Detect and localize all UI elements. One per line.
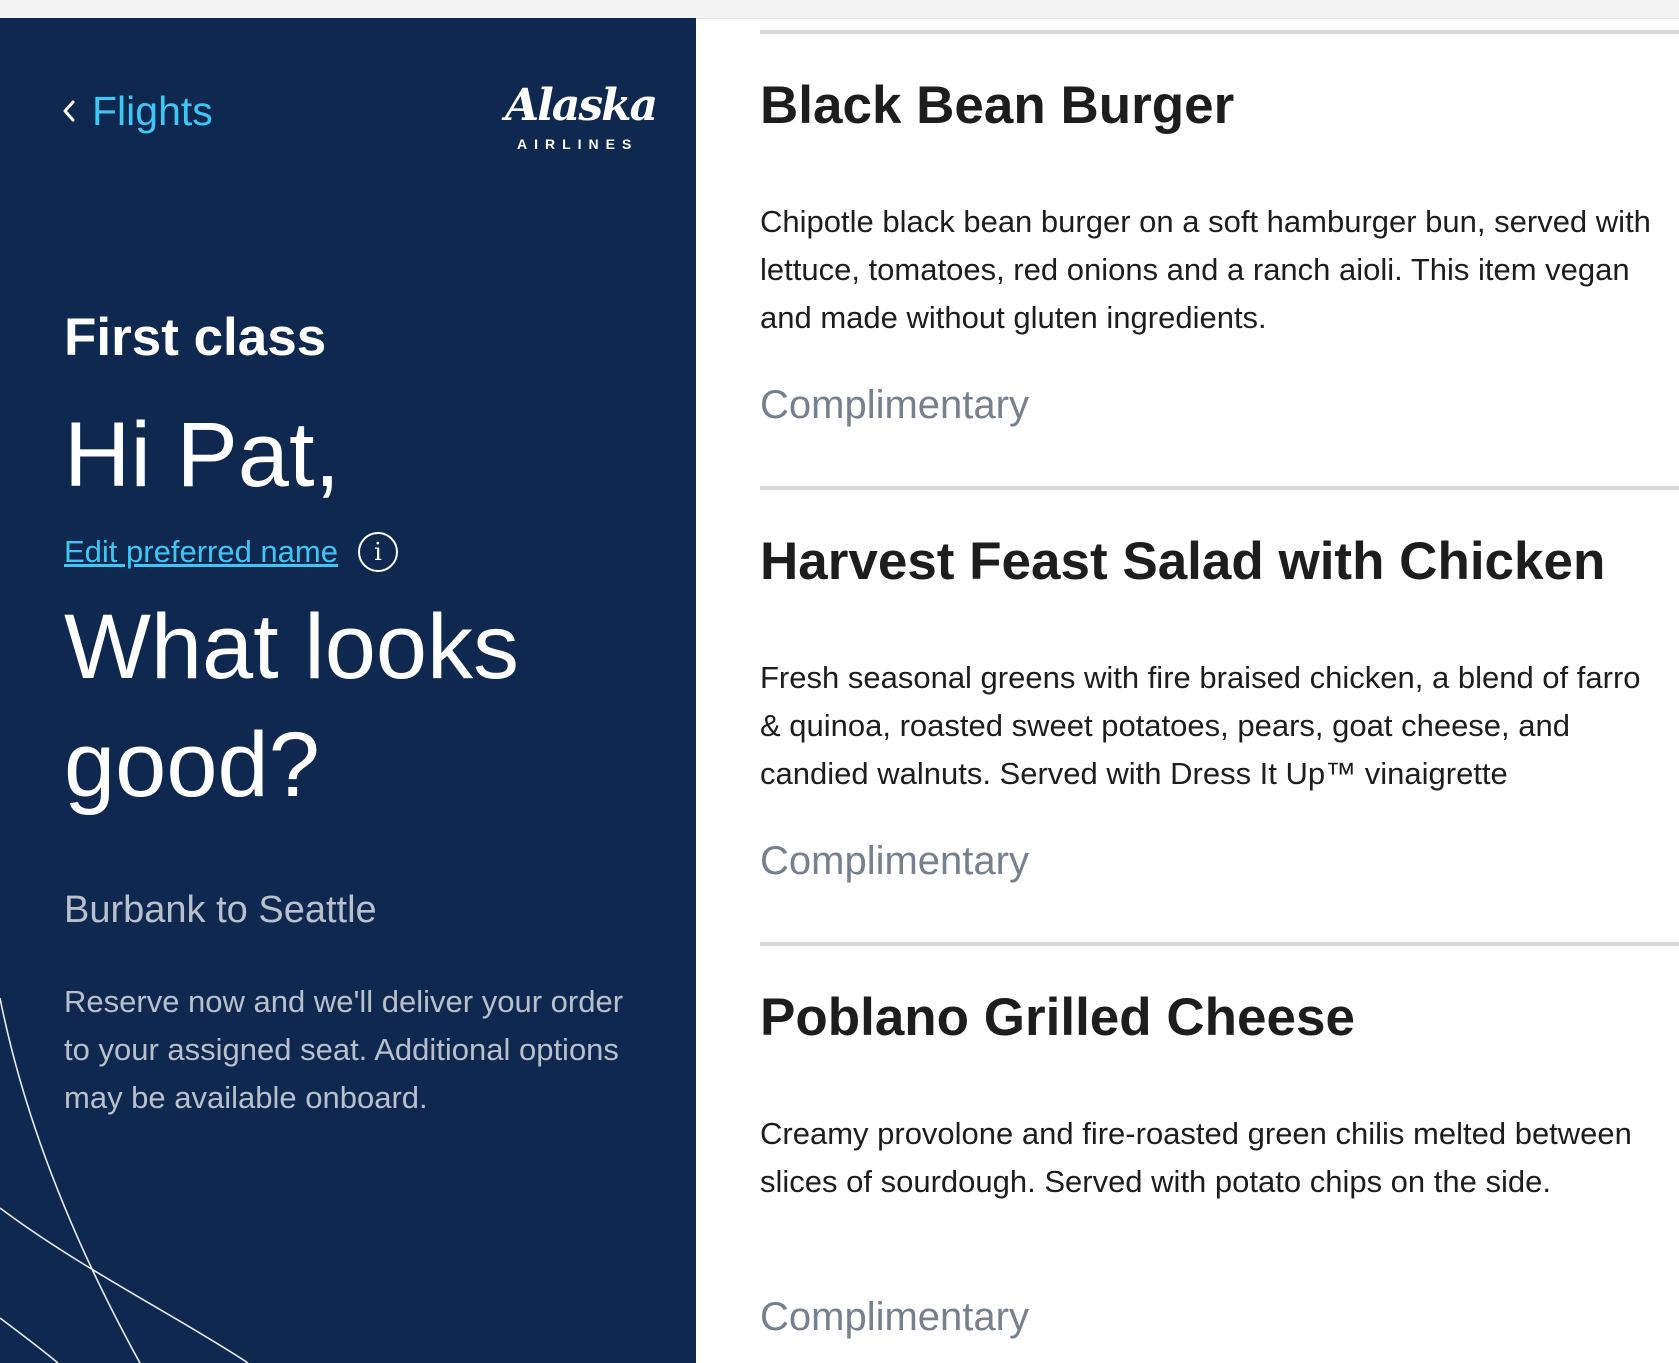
menu-item-price: Complimentary: [760, 1295, 1029, 1339]
menu-panel: Black Bean Burger Chipotle black bean bu…: [696, 18, 1679, 1363]
menu-item-price: Complimentary: [760, 839, 1029, 883]
alaska-airlines-logo: Alaska AIRLINES: [505, 80, 658, 164]
menu-item-description: Chipotle black bean burger on a soft ham…: [760, 204, 1651, 335]
cabin-class-heading: First class: [64, 308, 327, 367]
logo-wordmark: Alaska: [505, 80, 658, 131]
left-hero-panel: Flights Alaska AIRLINES First class Hi P…: [0, 18, 696, 1363]
back-link-label: Flights: [92, 88, 213, 134]
logo-subtext: AIRLINES: [517, 136, 639, 152]
question-heading: What looks good?: [64, 596, 520, 816]
edit-preferred-name-link[interactable]: Edit preferred name: [64, 532, 338, 572]
route-label: Burbank to Seattle: [64, 889, 377, 931]
menu-item-title: Harvest Feast Salad with Chicken: [760, 532, 1606, 591]
menu-item-description: Creamy provolone and fire-roasted green …: [760, 1116, 1632, 1199]
menu-item-title: Black Bean Burger: [760, 76, 1235, 135]
menu-item[interactable]: Harvest Feast Salad with Chicken Fresh s…: [760, 486, 1679, 910]
menu-item-description: Fresh seasonal greens with fire braised …: [760, 660, 1641, 791]
edit-name-row: Edit preferred name i: [64, 532, 398, 572]
back-to-flights-link[interactable]: Flights: [62, 86, 213, 136]
menu-item[interactable]: Black Bean Burger Chipotle black bean bu…: [760, 30, 1679, 454]
greeting-heading: Hi Pat,: [64, 404, 341, 506]
menu-item[interactable]: Poblano Grilled Cheese Creamy provolone …: [760, 942, 1679, 1363]
menu-item-title: Poblano Grilled Cheese: [760, 988, 1355, 1047]
info-icon[interactable]: i: [357, 532, 398, 572]
delivery-note: Reserve now and we'll deliver your order…: [64, 984, 624, 1115]
chevron-left-icon: [63, 100, 75, 122]
browser-top-bar: [0, 0, 1679, 19]
menu-item-price: Complimentary: [760, 383, 1029, 427]
